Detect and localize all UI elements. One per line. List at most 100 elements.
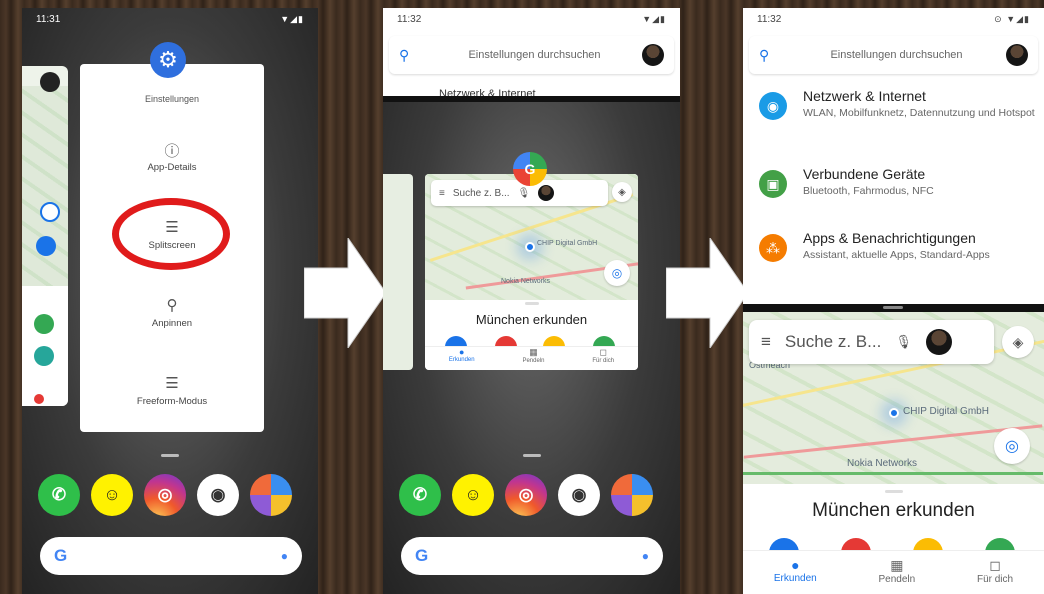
search-placeholder: Einstellungen durchsuchen xyxy=(830,49,963,61)
instagram-app-icon[interactable]: ◎ xyxy=(505,474,547,516)
nav-label: Erkunden xyxy=(773,573,817,584)
current-location-dot xyxy=(889,408,899,418)
nav-label: Erkunden xyxy=(448,357,475,363)
google-logo: G xyxy=(54,546,68,565)
swipe-handle[interactable] xyxy=(522,454,541,457)
setting-network[interactable]: ◉ Netzwerk & Internet WLAN, Mobilfunknet… xyxy=(759,88,1038,120)
map-road xyxy=(743,472,1043,475)
maps-search-placeholder: Suche z. B... xyxy=(784,332,882,351)
avatar xyxy=(40,72,60,92)
directions-icon xyxy=(36,236,56,256)
sheet-handle[interactable] xyxy=(884,490,903,493)
map-label: CHIP Digital GmbH xyxy=(537,240,598,247)
phone-screen-2: 11:32 ▼◢▮ ⚲ Einstellungen durchsuchen Ne… xyxy=(383,8,680,594)
layers-icon[interactable]: ◈ xyxy=(1002,326,1034,358)
settings-search-bar[interactable]: ⚲ Einstellungen durchsuchen xyxy=(389,36,674,74)
menu-item-label: Freeform-Modus xyxy=(136,396,208,407)
recent-app-card-maps[interactable] xyxy=(22,66,68,406)
nav-explore[interactable]: ● Erkunden xyxy=(774,557,817,594)
snapchat-app-icon[interactable]: ☺ xyxy=(452,474,494,516)
setting-subtitle: Assistant, aktuelle Apps, Standard-Apps xyxy=(803,249,990,261)
menu-item-freeform[interactable]: ☰ Freeform-Modus xyxy=(80,374,264,407)
setting-connected-devices[interactable]: ▣ Verbundene Geräte Bluetooth, Fahrmodus… xyxy=(759,166,1038,198)
avatar[interactable] xyxy=(538,185,555,201)
map-label: Nokia Networks xyxy=(501,278,551,285)
google-logo: G xyxy=(415,546,429,565)
swipe-handle[interactable] xyxy=(161,454,179,457)
pin-icon: ⚲ xyxy=(166,297,178,314)
divider-handle[interactable] xyxy=(883,306,903,309)
my-location-icon[interactable]: ◎ xyxy=(604,260,630,286)
avatar[interactable] xyxy=(925,329,952,355)
nav-commute[interactable]: ▦ Pendeln xyxy=(878,557,915,594)
google-search-bar[interactable]: G ● xyxy=(40,537,302,575)
recent-app-card[interactable] xyxy=(383,174,413,370)
phone-screen-1: 11:31 ▼◢▮ Einstellungen ⓘ App-Details ☰ … xyxy=(22,8,318,594)
settings-search-bar[interactable]: ⚲ Einstellungen durchsuchen xyxy=(749,36,1038,74)
menu-item-app-details[interactable]: ⓘ App-Details xyxy=(80,140,264,173)
explore-icon: ● xyxy=(791,557,800,573)
maps-search-bar[interactable]: ≡ Suche z. B... 🎙 xyxy=(431,180,608,206)
nav-for-you[interactable]: ◻ Für dich xyxy=(977,557,1013,594)
split-divider[interactable] xyxy=(743,304,1044,312)
search-placeholder: Einstellungen durchsuchen xyxy=(468,49,601,61)
maps-bottom-sheet: München erkunden ● Erkunden ▦ Pendeln ◻ … xyxy=(743,484,1044,594)
sheet-title: München erkunden xyxy=(475,312,588,327)
status-bar: 11:32 ▼◢▮ xyxy=(383,8,680,30)
snapchat-app-icon[interactable]: ☺ xyxy=(91,474,133,516)
whatsapp-app-icon[interactable]: ✆ xyxy=(399,474,441,516)
maps-search-placeholder: Suche z. B... xyxy=(452,187,510,199)
nav-commute[interactable]: ▦ Pendeln xyxy=(522,347,544,370)
google-search-bar[interactable]: G ● xyxy=(401,537,663,575)
my-location-icon[interactable]: ◎ xyxy=(994,428,1030,464)
search-icon: ⚲ xyxy=(759,46,770,63)
nav-explore[interactable]: ● Erkunden xyxy=(449,347,475,370)
camera-app-icon[interactable]: ◉ xyxy=(197,474,239,516)
menu-icon[interactable]: ≡ xyxy=(439,188,445,199)
wifi-icon: ◉ xyxy=(759,92,787,120)
status-bar: 11:31 ▼◢▮ xyxy=(22,8,318,30)
status-icons: ▼◢▮ xyxy=(280,13,304,24)
arrow-right-icon xyxy=(304,238,386,348)
map-thumbnail xyxy=(22,86,68,286)
maps-app-card[interactable]: CHIP Digital GmbH Nokia Networks ≡ Suche… xyxy=(425,174,638,370)
avatar[interactable] xyxy=(642,44,664,66)
highlight-circle xyxy=(112,198,230,270)
status-icons: ⊙ ▼◢▮ xyxy=(994,13,1030,24)
setting-apps-notifications[interactable]: ⁂ Apps & Benachrichtigungen Assistant, a… xyxy=(759,230,1038,262)
maps-search-bar[interactable]: ≡ Suche z. B... 🎙 xyxy=(749,320,994,364)
setting-subtitle: WLAN, Mobilfunknetz, Datennutzung und Ho… xyxy=(803,107,1035,119)
layers-icon[interactable]: ◈ xyxy=(612,182,632,202)
camera-app-icon[interactable]: ◉ xyxy=(558,474,600,516)
folder-app-icon[interactable] xyxy=(250,474,292,516)
settings-gear-icon: ⚙ xyxy=(150,42,186,78)
for-you-icon: ◻ xyxy=(989,557,1001,573)
whatsapp-app-icon[interactable]: ✆ xyxy=(38,474,80,516)
mic-icon[interactable]: 🎙 xyxy=(895,334,912,350)
app-dock: ✆ ☺ ◎ ◉ xyxy=(38,474,292,516)
apps-icon: ⁂ xyxy=(759,234,787,262)
split-divider[interactable] xyxy=(383,96,680,102)
mic-icon[interactable]: 🎙 xyxy=(518,188,531,199)
folder-app-icon[interactable] xyxy=(611,474,653,516)
location-icon xyxy=(40,202,60,222)
instagram-app-icon[interactable]: ◎ xyxy=(144,474,186,516)
maps-bottom-nav: ● Erkunden ▦ Pendeln ◻ Für dich xyxy=(425,346,638,370)
assistant-icon[interactable]: ● xyxy=(281,549,288,563)
nav-label: Für dich xyxy=(592,358,615,364)
avatar[interactable] xyxy=(1006,44,1028,66)
for-you-icon: ◻ xyxy=(599,347,607,357)
menu-item-pin[interactable]: ⚲ Anpinnen xyxy=(80,296,264,329)
status-icons: ▼◢▮ xyxy=(642,13,666,24)
commute-icon: ▦ xyxy=(529,347,538,357)
menu-icon[interactable]: ≡ xyxy=(761,332,771,352)
phone-screen-3: 11:32 ⊙ ▼◢▮ ⚲ Einstellungen durchsuchen … xyxy=(743,8,1044,594)
shortcut-icon xyxy=(34,346,54,366)
assistant-icon[interactable]: ● xyxy=(642,549,649,563)
info-icon: ⓘ xyxy=(164,143,180,160)
status-time: 11:32 xyxy=(757,13,782,25)
nav-label: Für dich xyxy=(976,574,1014,585)
sheet-handle[interactable] xyxy=(524,302,539,305)
setting-title: Verbundene Geräte xyxy=(803,166,926,182)
nav-for-you[interactable]: ◻ Für dich xyxy=(592,347,614,370)
